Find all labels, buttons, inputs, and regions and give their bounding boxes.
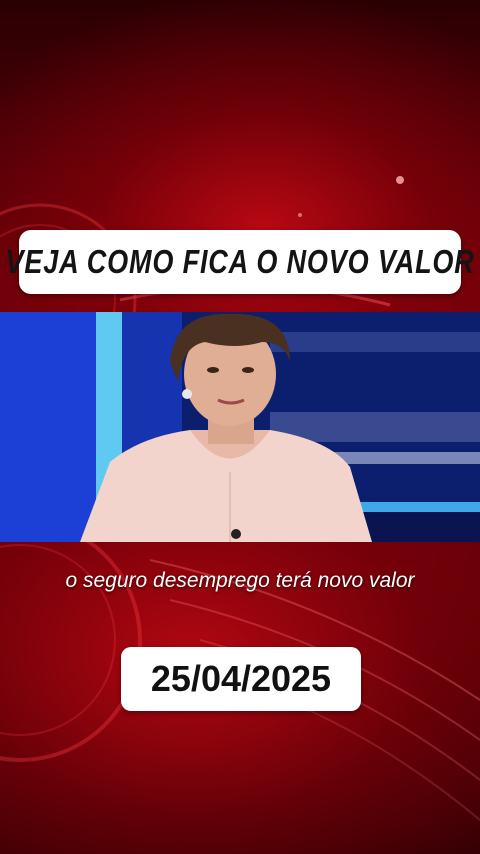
- caption-text: o seguro desemprego terá novo valor: [65, 569, 415, 592]
- headline-text: VEJA COMO FICA O NOVO VALOR: [5, 243, 475, 280]
- news-studio-scene: [0, 312, 480, 542]
- date-text: 25/04/2025: [150, 658, 332, 699]
- news-video-frame: [0, 312, 480, 542]
- date-banner: 25/04/2025: [121, 647, 361, 711]
- headline-banner: VEJA COMO FICA O NOVO VALOR: [5, 230, 474, 294]
- video-frame: VEJA COMO FICA O NOVO VALOR o seguro des…: [0, 0, 480, 854]
